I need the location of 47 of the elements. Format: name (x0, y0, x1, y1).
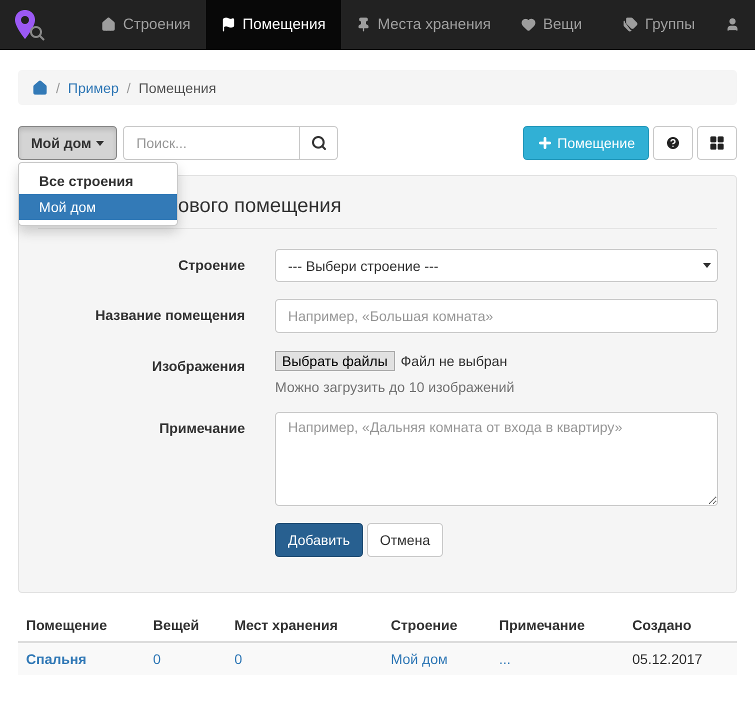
select-value: --- Выбери строение --- (288, 258, 438, 274)
nav-tab[interactable]: Вещи (506, 0, 598, 49)
building-dropdown[interactable]: Мой дом (18, 126, 118, 160)
file-status: Файл не выбран (400, 353, 508, 369)
table-link[interactable]: ... (499, 651, 511, 667)
nav-tab[interactable]: Группы (608, 0, 710, 49)
search-icon (310, 135, 327, 151)
grid-view-button[interactable] (697, 126, 737, 160)
pin-icon (356, 17, 371, 32)
nav-tab[interactable]: Помещения (206, 0, 341, 49)
date-cell: 05.12.2017 (632, 651, 702, 667)
user-icon (725, 17, 740, 32)
help-text: Можно загрузить до 10 изображений (275, 379, 516, 395)
breadcrumb-link[interactable]: Пример (68, 80, 119, 96)
flag-icon (220, 17, 236, 32)
grid-icon (709, 135, 725, 151)
menu-item[interactable]: Мой дом (19, 194, 177, 220)
field-label: Изображения (151, 357, 245, 376)
plus-icon (537, 135, 554, 151)
caret-icon (703, 263, 711, 268)
breadcrumb-separator: / (56, 80, 60, 96)
help-icon (665, 135, 681, 151)
note-textarea[interactable]: Например, «Дальняя комната от входа в квартиру» (275, 412, 718, 506)
choose-files-button[interactable]: Выбрать файлы (275, 351, 395, 371)
logo-icon[interactable] (12, 8, 46, 42)
home-icon[interactable] (32, 80, 48, 96)
table-link[interactable]: 0 (234, 651, 242, 667)
cancel-button[interactable]: Отмена (366, 523, 444, 557)
submit-button[interactable]: Добавить (275, 523, 363, 557)
search-field[interactable]: Поиск... (123, 126, 300, 160)
field-label: Строение (177, 256, 245, 275)
menu-item[interactable]: Все строения (19, 168, 177, 194)
building-select[interactable]: --- Выбери строение --- (275, 249, 718, 282)
table-link[interactable]: 0 (153, 651, 161, 667)
tags-icon (623, 17, 638, 32)
nav-tab[interactable]: Строения (86, 0, 206, 49)
breadcrumb-current: Помещения (138, 80, 216, 96)
nav-tab[interactable]: Места хранения (340, 0, 506, 49)
caret-icon (96, 140, 104, 146)
heart-icon (520, 17, 536, 32)
field-label: Примечание (158, 419, 245, 438)
help-button[interactable] (653, 126, 693, 160)
field-label: Название помещения (94, 306, 245, 325)
breadcrumb-separator: / (126, 80, 131, 96)
name-input[interactable]: Например, «Большая комната» (275, 299, 718, 333)
search-button[interactable] (299, 126, 338, 160)
home-icon (101, 17, 116, 32)
